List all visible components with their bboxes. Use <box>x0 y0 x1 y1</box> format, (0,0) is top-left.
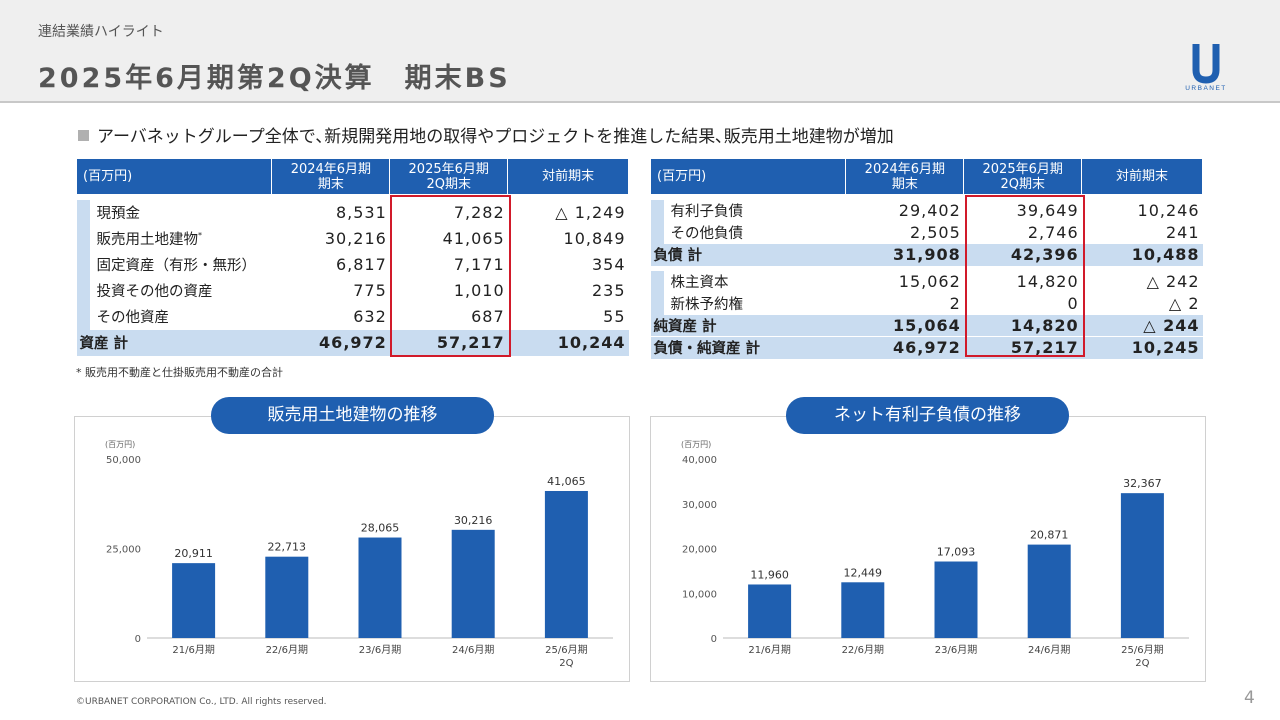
total-row: 負債 計 31,908 42,396 10,488 <box>650 243 1203 266</box>
table-row: 新株予約権 2 0 △ 2 <box>670 294 1200 313</box>
data-label: 22,713 <box>268 541 307 554</box>
x-tick-label: 23/6月期 <box>359 644 401 656</box>
data-label: 17,093 <box>937 546 976 559</box>
total-row: 純資産 計 15,064 14,820 △ 244 <box>650 314 1203 337</box>
data-label: 12,449 <box>844 566 883 579</box>
y-tick-label: 40,000 <box>682 455 717 466</box>
col-prev-header: 2024年6月期 期末 <box>271 158 391 195</box>
table-row: その他負債 2,505 2,746 241 <box>670 223 1200 242</box>
x-tick-label: 2Q <box>1135 658 1149 669</box>
col-curr-header: 2025年6月期 2Q期末 <box>389 158 509 195</box>
liabilities-table: (百万円) 2024年6月期 期末 2025年6月期 2Q期末 対前期末 有利子負債… <box>649 158 1203 359</box>
section-label: 連結業績ハイライト <box>38 24 164 40</box>
headline: アーバネットグループ全体で､新規開発用地の取得やプロジェクトを推進した結果､販売… <box>78 122 894 147</box>
x-tick-label: 22/6月期 <box>842 644 884 656</box>
data-label: 41,065 <box>547 475 586 488</box>
square-bullet-icon <box>78 130 89 141</box>
y-tick-label: 30,000 <box>682 500 717 511</box>
unit-header: (百万円) <box>649 158 847 195</box>
data-label: 28,065 <box>361 522 400 535</box>
table-row: 販売用土地建物* 30,216 41,065 10,849 <box>96 229 626 248</box>
bar <box>934 561 978 638</box>
table-row: 固定資産（有形・無形） 6,817 7,171 354 <box>96 255 626 274</box>
x-tick-label: 25/6月期 <box>545 644 587 656</box>
data-label: 11,960 <box>750 568 789 581</box>
bar <box>841 582 885 638</box>
total-row: 資産 計 46,972 57,217 10,244 <box>76 329 629 356</box>
chart-panel-debt: (百万円) 0 10,000 20,000 30,000 40,000 11,960 21/6… <box>650 416 1206 682</box>
y-tick-label: 0 <box>135 634 141 645</box>
page-title: 2025年6月期第2Q決算 期末BS <box>38 63 511 94</box>
table-row: 現預金 8,531 7,282 △ 1,249 <box>76 199 629 330</box>
page-number: 4 <box>1244 688 1255 708</box>
x-tick-label: 24/6月期 <box>1028 644 1070 656</box>
y-tick-label: 10,000 <box>682 589 717 600</box>
copyright: ©URBANET CORPORATION Co., LTD. All right… <box>76 697 327 707</box>
x-tick-label: 25/6月期 <box>1121 644 1163 656</box>
y-unit-label: (百万円) <box>681 440 711 449</box>
data-label: 20,911 <box>174 547 213 560</box>
y-unit-label: (百万円) <box>105 440 135 449</box>
x-tick-label: 21/6月期 <box>748 644 790 656</box>
bar <box>1027 544 1071 638</box>
chart-title-debt: ネット有利子負債の推移 <box>786 397 1069 434</box>
chart-title-inventory: 販売用土地建物の推移 <box>211 397 494 434</box>
x-tick-label: 2Q <box>559 658 573 669</box>
data-label: 20,871 <box>1030 529 1069 542</box>
y-tick-label: 50,000 <box>106 455 141 466</box>
headline-text: アーバネットグループ全体で､新規開発用地の取得やプロジェクトを推進した結果､販売… <box>97 127 894 147</box>
col-prev-header: 2024年6月期 期末 <box>845 158 965 195</box>
col-diff-header: 対前期末 <box>507 158 629 195</box>
y-tick-label: 0 <box>711 634 717 645</box>
footnote: * 販売用不動産と仕掛販売用不動産の合計 <box>76 366 283 379</box>
table-row: 有利子負債 29,402 39,649 10,246 <box>650 199 1203 244</box>
x-tick-label: 22/6月期 <box>266 644 308 656</box>
svg-text:URBANET: URBANET <box>1185 85 1227 92</box>
inventory-bar-chart: (百万円) 0 25,000 50,000 20,911 21/6月期 22,713 22/6… <box>105 440 613 669</box>
col-curr-header: 2025年6月期 2Q期末 <box>963 158 1083 195</box>
bar <box>451 529 495 638</box>
bar <box>748 584 792 638</box>
urbanet-logo: URBANET <box>1185 44 1227 92</box>
chart-panel-inventory: (百万円) 0 25,000 50,000 20,911 21/6月期 22,713 22/6… <box>74 416 630 682</box>
bar <box>172 563 216 638</box>
assets-table: (百万円) 2024年6月期 期末 2025年6月期 2Q期末 対前期末 現預金 8… <box>75 158 629 356</box>
bar <box>1120 493 1164 638</box>
y-tick-label: 25,000 <box>106 545 141 556</box>
bar <box>358 537 402 638</box>
table-row: 株主資本 15,062 14,820 △ 242 <box>650 270 1203 315</box>
grand-total-row: 負債・純資産 計 46,972 57,217 10,245 <box>650 336 1203 359</box>
debt-bar-chart: (百万円) 0 10,000 20,000 30,000 40,000 11,960 21/6… <box>681 440 1189 669</box>
data-label: 30,216 <box>454 514 493 527</box>
y-tick-label: 20,000 <box>682 545 717 556</box>
data-label: 32,367 <box>1123 477 1162 490</box>
x-tick-label: 21/6月期 <box>172 644 214 656</box>
x-tick-label: 24/6月期 <box>452 644 494 656</box>
bar <box>265 556 309 638</box>
table-row: 投資その他の資産 775 1,010 235 <box>96 281 626 300</box>
col-diff-header: 対前期末 <box>1081 158 1203 195</box>
bar <box>544 490 588 638</box>
x-tick-label: 23/6月期 <box>935 644 977 656</box>
unit-header: (百万円) <box>75 158 273 195</box>
table-row: その他資産 632 687 55 <box>96 307 626 326</box>
